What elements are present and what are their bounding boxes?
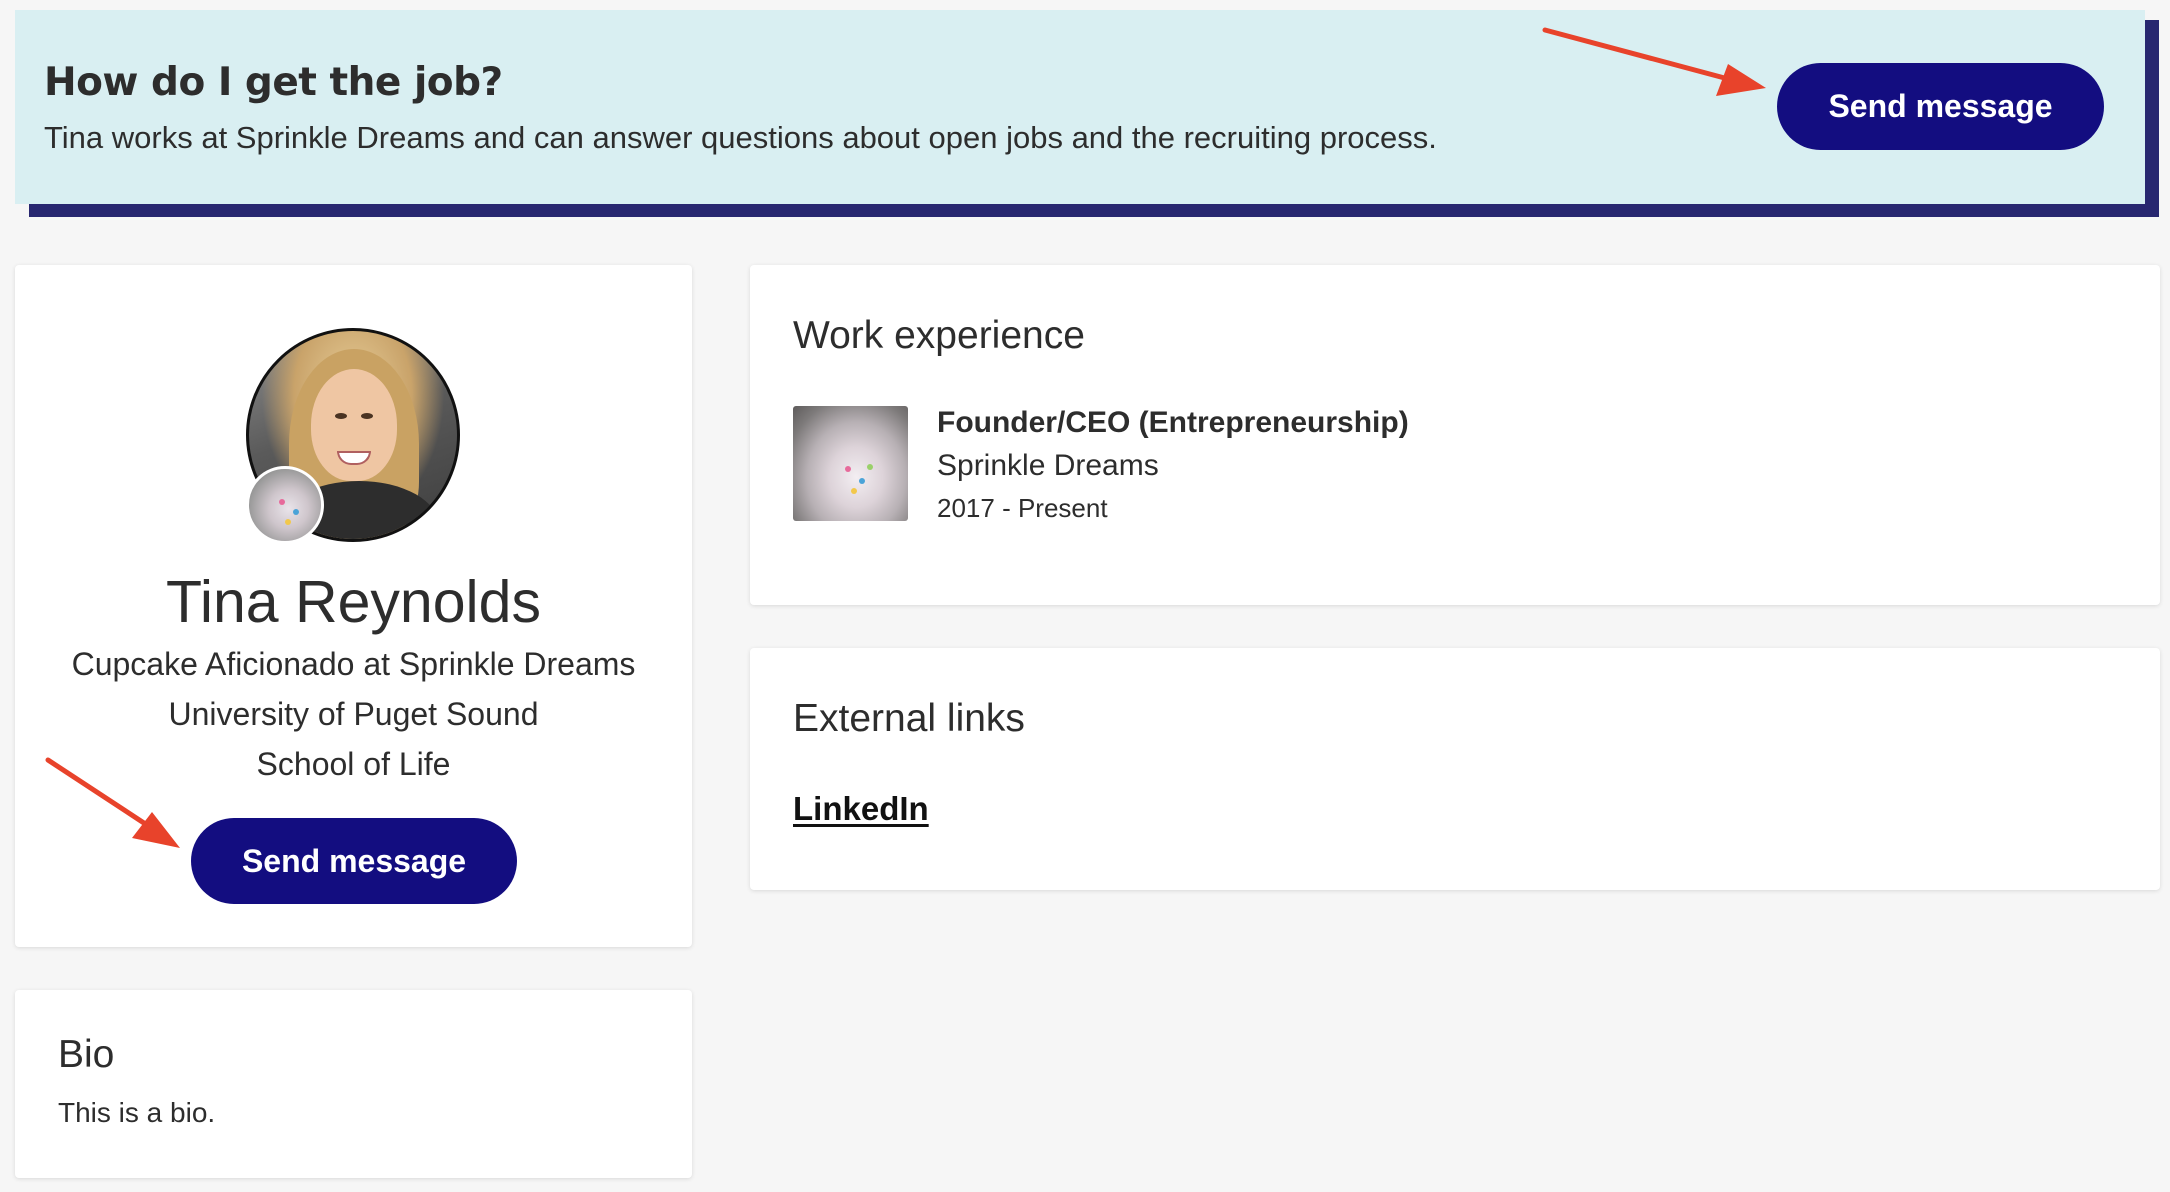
- banner-title: How do I get the job?: [44, 60, 503, 105]
- profile-education: University of Puget Sound: [168, 696, 539, 732]
- bio-title: Bio: [58, 1033, 115, 1076]
- job-company: Sprinkle Dreams: [937, 449, 1159, 482]
- bio-text: This is a bio.: [58, 1097, 216, 1128]
- sprinkle-dot: [867, 464, 873, 470]
- company-logo-badge: [246, 466, 324, 544]
- external-links-title: External links: [793, 697, 1025, 740]
- sprinkle-dot: [285, 519, 291, 525]
- job-dates: 2017 - Present: [937, 493, 1108, 523]
- work-experience-title: Work experience: [793, 314, 1085, 357]
- sprinkle-dot: [859, 478, 865, 484]
- banner-description: Tina works at Sprinkle Dreams and can an…: [44, 120, 1437, 155]
- bio-card: [15, 990, 692, 1178]
- sprinkle-dot: [851, 488, 857, 494]
- avatar-eye-shape: [361, 413, 373, 419]
- avatar-eye-shape: [335, 413, 347, 419]
- send-message-button-profile[interactable]: Send message: [191, 818, 517, 904]
- profile-education: School of Life: [256, 746, 451, 782]
- sprinkle-dot: [293, 509, 299, 515]
- profile-headline: Cupcake Aficionado at Sprinkle Dreams: [71, 646, 636, 682]
- sprinkle-dot: [845, 466, 851, 472]
- external-links-card: [750, 648, 2160, 890]
- linkedin-link[interactable]: LinkedIn: [793, 790, 929, 828]
- send-message-button-banner[interactable]: Send message: [1777, 63, 2104, 150]
- company-logo-thumbnail: [793, 406, 908, 521]
- profile-name: Tina Reynolds: [166, 569, 541, 635]
- sprinkle-dot: [279, 499, 285, 505]
- job-role: Founder/CEO (Entrepreneurship): [937, 406, 1409, 439]
